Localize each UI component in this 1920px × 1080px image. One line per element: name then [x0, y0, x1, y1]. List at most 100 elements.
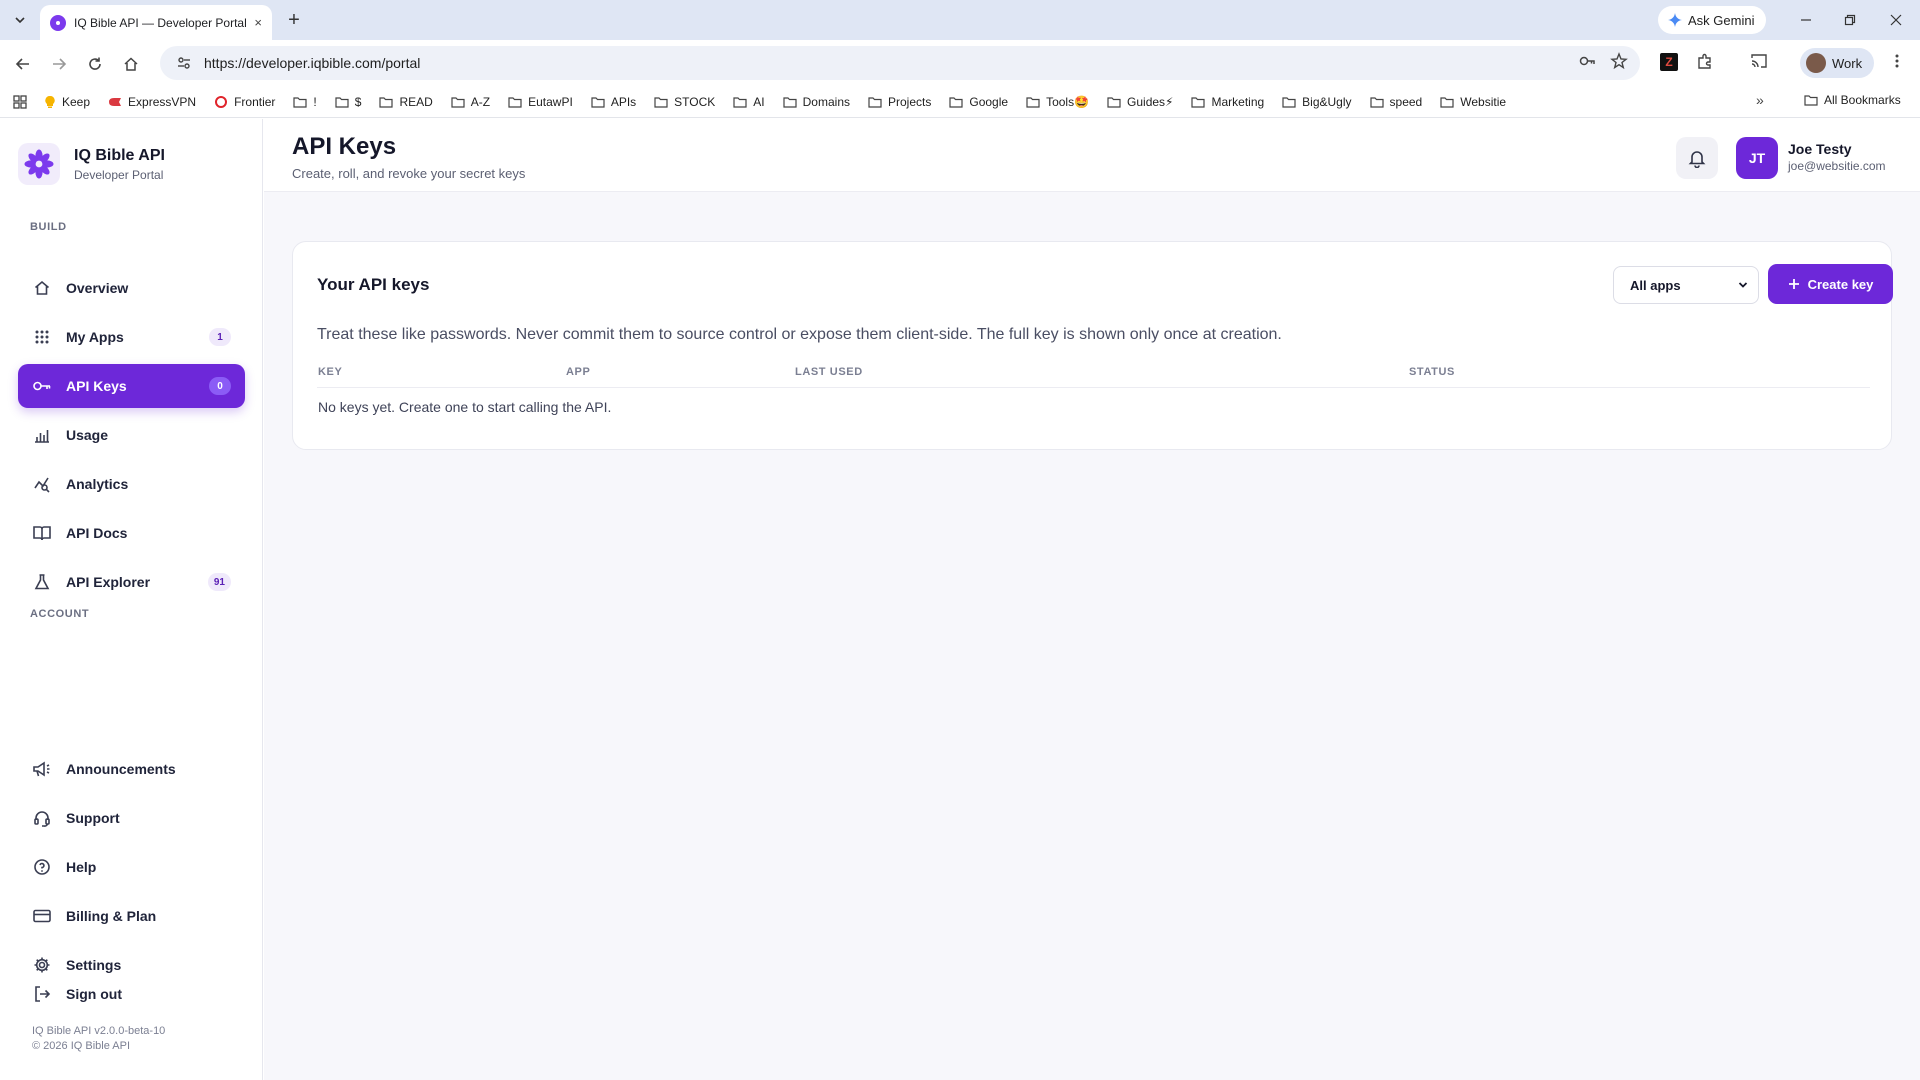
create-key-label: Create key — [1807, 276, 1874, 292]
bookmark-item[interactable]: READ — [379, 94, 433, 109]
brand[interactable]: IQ Bible API Developer Portal — [18, 143, 165, 185]
app-filter-select[interactable]: All apps — [1613, 266, 1759, 304]
url-text: https://developer.iqbible.com/portal — [204, 55, 421, 71]
close-window-button[interactable] — [1882, 8, 1910, 32]
notifications-button[interactable] — [1676, 137, 1718, 179]
folder-icon — [293, 96, 308, 108]
folder-icon — [654, 96, 668, 108]
card-title: Your API keys — [317, 275, 430, 294]
bookmark-item[interactable]: Big&Ugly — [1282, 95, 1352, 109]
sidebar-item-announcements[interactable]: Announcements — [18, 747, 245, 791]
folder-icon — [868, 96, 882, 108]
site-info-icon[interactable] — [174, 53, 194, 73]
sign-out-icon — [32, 984, 52, 1004]
bookmark-label: Marketing — [1211, 94, 1265, 109]
bookmark-favicon-icon — [44, 95, 56, 109]
chevron-down-icon — [1738, 282, 1748, 288]
brand-subtitle: Developer Portal — [74, 167, 164, 182]
empty-state-message: No keys yet. Create one to start calling… — [318, 399, 612, 415]
bookmark-item[interactable]: Tools🤩 — [1026, 95, 1089, 109]
back-button[interactable] — [10, 51, 36, 77]
restore-button[interactable] — [1836, 8, 1864, 32]
bookmark-item[interactable]: A-Z — [451, 95, 490, 109]
user-email: joe@websitie.com — [1788, 159, 1886, 173]
sidebar-item-usage[interactable]: Usage — [18, 413, 245, 457]
tab-close-icon[interactable]: × — [254, 15, 262, 30]
bookmark-item[interactable]: Marketing — [1191, 95, 1264, 109]
bookmark-item[interactable]: Guides⚡ — [1107, 95, 1173, 109]
extensions-puzzle-icon[interactable] — [1692, 48, 1718, 74]
bookmark-item[interactable]: Domains — [783, 95, 850, 109]
app-filter-value: All apps — [1630, 277, 1681, 293]
help-icon — [32, 857, 52, 877]
sign-out-button[interactable]: Sign out — [18, 972, 245, 1016]
bookmark-item[interactable]: Frontier — [214, 95, 275, 109]
sidebar-item-analytics[interactable]: Analytics — [18, 462, 245, 506]
sidebar-item-help[interactable]: Help — [18, 845, 245, 889]
profile-chip[interactable]: Work — [1800, 48, 1875, 78]
folder-icon — [1440, 96, 1454, 108]
bookmark-label: $ — [354, 94, 362, 109]
apps-grid-icon[interactable] — [10, 92, 30, 112]
forward-button[interactable] — [46, 51, 72, 77]
bookmark-item[interactable]: Projects — [868, 95, 931, 109]
minimize-button[interactable] — [1792, 8, 1820, 32]
sidebar-item-api-docs[interactable]: API Docs — [18, 511, 245, 555]
bookmark-label: Frontier — [234, 94, 276, 109]
bookmark-label: Keep — [62, 94, 91, 109]
bookmark-item[interactable]: STOCK — [654, 95, 715, 109]
folder-icon — [1191, 96, 1206, 108]
user-name[interactable]: Joe Testy — [1788, 141, 1852, 157]
bookmark-label: ExpressVPN — [128, 94, 197, 109]
new-tab-button[interactable]: + — [282, 8, 306, 32]
sidebar: IQ Bible API Developer Portal BUILD Over… — [0, 119, 263, 1080]
bookmark-item[interactable]: ! — [293, 95, 317, 109]
profile-label: Work — [1832, 55, 1863, 71]
bell-icon — [1688, 151, 1706, 168]
chevron-down-icon — [15, 17, 25, 24]
sidebar-item-label: Settings — [66, 957, 122, 973]
browser-menu-icon[interactable] — [1884, 48, 1910, 74]
all-bookmarks-button[interactable]: All Bookmarks — [1804, 93, 1901, 107]
bookmark-item[interactable]: AI — [733, 94, 765, 109]
sidebar-item-label: My Apps — [66, 329, 124, 345]
bookmark-item[interactable]: $ — [335, 94, 362, 109]
reload-button[interactable] — [82, 51, 108, 77]
sidebar-item-api-explorer[interactable]: API Explorer 91 — [18, 560, 245, 604]
extension-z-icon[interactable]: Z — [1660, 53, 1678, 71]
sidebar-item-my-apps[interactable]: My Apps 1 — [18, 315, 245, 359]
tab-search-button[interactable] — [8, 8, 32, 32]
bookmark-item[interactable]: speed — [1369, 95, 1422, 109]
bookmark-item[interactable]: ExpressVPN — [108, 95, 196, 109]
credit-card-icon — [32, 906, 52, 926]
analytics-icon — [32, 474, 52, 494]
bookmark-label: AI — [753, 94, 765, 109]
password-key-icon[interactable] — [1574, 48, 1600, 74]
home-icon — [124, 57, 138, 71]
bookmark-label: Tools🤩 — [1046, 94, 1090, 109]
bookmark-item[interactable]: Websitie — [1440, 95, 1506, 109]
bookmark-item[interactable]: Keep — [44, 95, 90, 109]
bookmark-item[interactable]: Google — [949, 95, 1008, 109]
bookmark-item[interactable]: APIs — [591, 95, 636, 109]
sidebar-item-api-keys[interactable]: API Keys 0 — [18, 364, 245, 408]
home-button[interactable] — [118, 51, 144, 77]
sidebar-item-overview[interactable]: Overview — [18, 266, 245, 310]
address-bar[interactable]: https://developer.iqbible.com/portal — [160, 46, 1640, 80]
folder-icon — [591, 96, 605, 108]
user-avatar[interactable]: JT — [1736, 137, 1778, 179]
bookmark-label: READ — [399, 94, 433, 109]
browser-tab-active[interactable]: IQ Bible API — Developer Portal × — [40, 5, 272, 40]
sidebar-item-billing-and-plan[interactable]: Billing & Plan — [18, 894, 245, 938]
column-header-key: KEY — [318, 366, 343, 378]
sidebar-item-support[interactable]: Support — [18, 796, 245, 840]
create-key-button[interactable]: Create key — [1768, 264, 1893, 304]
bookmark-item[interactable]: EutawPI — [508, 95, 573, 109]
sidebar-item-label: API Explorer — [66, 574, 151, 590]
cast-icon[interactable] — [1746, 48, 1772, 74]
bookmark-star-icon[interactable] — [1606, 48, 1632, 74]
ask-gemini-button[interactable]: Ask Gemini — [1658, 6, 1767, 34]
bookmarks-overflow-button[interactable]: » — [1756, 92, 1764, 108]
flask-icon — [32, 572, 52, 592]
bookmark-label: Websitie — [1460, 94, 1507, 109]
